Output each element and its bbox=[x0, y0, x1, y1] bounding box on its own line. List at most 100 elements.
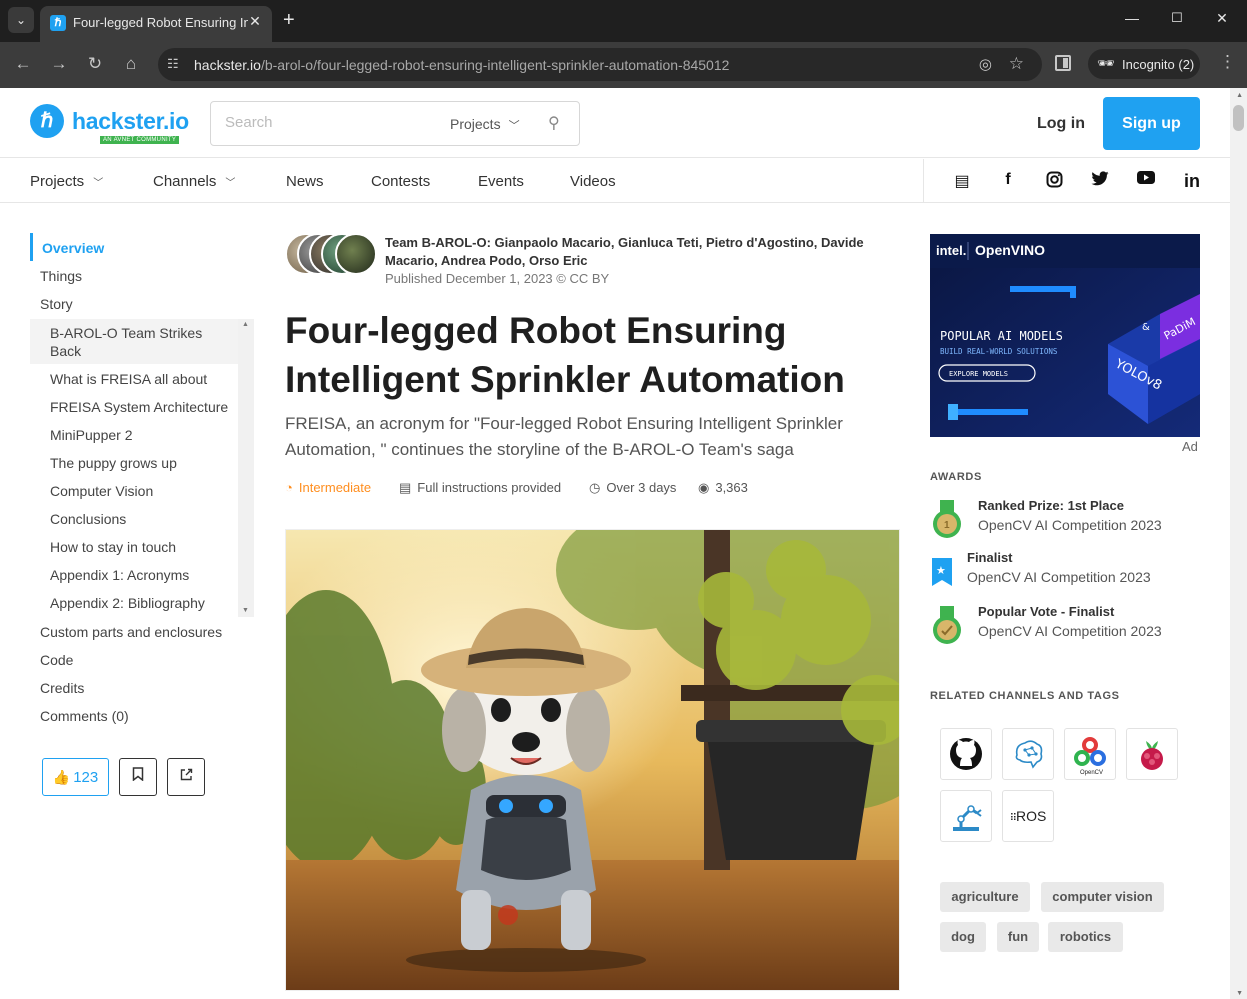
page-scrollbar[interactable]: ▲ ▼ bbox=[1230, 88, 1247, 999]
nav-events[interactable]: Events bbox=[478, 173, 524, 190]
tab-search-chevron-icon[interactable]: ⌄ bbox=[8, 7, 34, 33]
clock-icon: ◷ bbox=[589, 480, 601, 495]
hero-image[interactable] bbox=[285, 529, 900, 991]
bookmark-star-icon[interactable]: ☆ bbox=[1009, 54, 1024, 74]
scroll-up-arrow-icon[interactable]: ▲ bbox=[1236, 92, 1243, 99]
share-button[interactable] bbox=[167, 758, 205, 796]
toc-comments[interactable]: Comments (0) bbox=[40, 708, 129, 724]
maximize-icon[interactable]: ☐ bbox=[1167, 10, 1187, 26]
tag-computer-vision[interactable]: computer vision bbox=[1041, 882, 1164, 912]
toc-scroll-down-icon[interactable]: ▼ bbox=[242, 607, 249, 614]
toc-scrollbar[interactable] bbox=[238, 319, 254, 617]
toc-sub-puppy-grows[interactable]: The puppy grows up bbox=[50, 455, 177, 471]
search-scope-dropdown[interactable]: Projects ﹀ bbox=[450, 116, 520, 133]
author-avatars[interactable] bbox=[285, 233, 377, 275]
signup-button[interactable]: Sign up bbox=[1103, 97, 1200, 150]
tag-dog[interactable]: dog bbox=[940, 922, 986, 952]
toc-custom-parts[interactable]: Custom parts and enclosures bbox=[40, 624, 222, 640]
respect-button[interactable]: 👍 123 bbox=[42, 758, 109, 796]
window-close-icon[interactable]: ✕ bbox=[1212, 10, 1232, 27]
toc-sub-minipupper[interactable]: MiniPupper 2 bbox=[50, 427, 133, 443]
nav-news[interactable]: News bbox=[286, 173, 324, 190]
tag-agriculture[interactable]: agriculture bbox=[940, 882, 1030, 912]
instagram-icon[interactable] bbox=[1044, 171, 1064, 193]
author-list[interactable]: Team B-AROL-O: Gianpaolo Macario, Gianlu… bbox=[385, 234, 885, 270]
channel-opencv[interactable]: OpenCV bbox=[1064, 728, 1116, 780]
toc-sub-stay-in-touch[interactable]: How to stay in touch bbox=[50, 539, 176, 555]
toc-sub-team-strikes[interactable]: B-AROL-O Team Strikes bbox=[50, 325, 202, 341]
channel-ros[interactable]: ⠿ROS bbox=[1002, 790, 1054, 842]
side-panel-icon[interactable] bbox=[1055, 55, 1071, 71]
login-link[interactable]: Log in bbox=[1037, 115, 1085, 133]
linkedin-icon[interactable]: in bbox=[1182, 171, 1202, 192]
new-tab-button[interactable]: + bbox=[283, 9, 295, 31]
rss-icon[interactable]: ▤ bbox=[952, 171, 972, 191]
tab-close-icon[interactable]: ✕ bbox=[246, 13, 264, 30]
toc-sub-computer-vision[interactable]: Computer Vision bbox=[50, 483, 153, 499]
toc-code[interactable]: Code bbox=[40, 652, 73, 668]
github-icon bbox=[950, 738, 982, 770]
toc-sub-appendix-2[interactable]: Appendix 2: Bibliography bbox=[50, 595, 205, 611]
minimize-icon[interactable]: — bbox=[1122, 10, 1142, 26]
chevron-down-icon: ﹀ bbox=[225, 178, 236, 189]
nav-videos[interactable]: Videos bbox=[570, 173, 616, 190]
article-subtitle: FREISA, an acronym for "Four-legged Robo… bbox=[285, 414, 843, 459]
home-icon[interactable]: ⌂ bbox=[120, 54, 142, 74]
incognito-button[interactable]: 🕶 Incognito (2) bbox=[1088, 49, 1200, 79]
browser-tab[interactable]: ℏ Four-legged Robot Ensuring Intelligent… bbox=[40, 6, 272, 42]
tag-fun[interactable]: fun bbox=[997, 922, 1039, 952]
channel-robotics[interactable] bbox=[940, 790, 992, 842]
browser-menu-icon[interactable]: ⋮ bbox=[1219, 52, 1236, 72]
published-date: Published December 1, 2023 © CC BY bbox=[385, 271, 610, 286]
document-icon: ▤ bbox=[399, 480, 412, 495]
toc-sub-appendix-1[interactable]: Appendix 1: Acronyms bbox=[50, 567, 189, 583]
nav-projects[interactable]: Projects ﹀ bbox=[30, 173, 103, 190]
browser-tab-strip: ⌄ ℏ Four-legged Robot Ensuring Intellige… bbox=[0, 0, 1247, 42]
toc-sub-architecture[interactable]: FREISA System Architecture bbox=[50, 399, 228, 415]
reload-icon[interactable]: ↻ bbox=[84, 54, 106, 74]
scroll-down-arrow-icon[interactable]: ▼ bbox=[1236, 990, 1243, 997]
address-bar[interactable]: ☷ hackster.io/b-arol-o/four-legged-robot… bbox=[158, 48, 1042, 81]
site-logo[interactable]: hackster.io bbox=[72, 108, 189, 135]
youtube-icon[interactable] bbox=[1136, 171, 1156, 189]
channel-neural-network[interactable] bbox=[1002, 728, 1054, 780]
duration-badge: ◷ Over 3 days bbox=[589, 480, 677, 495]
hackster-logo-icon[interactable]: ℏ bbox=[30, 104, 64, 138]
nav-channels[interactable]: Channels ﹀ bbox=[153, 173, 235, 190]
tag-robotics[interactable]: robotics bbox=[1048, 922, 1123, 952]
toc-sub-team-strikes-2[interactable]: Back bbox=[50, 343, 81, 359]
avatar[interactable] bbox=[335, 233, 377, 275]
channel-github[interactable] bbox=[940, 728, 992, 780]
tracking-protection-icon[interactable]: ◎ bbox=[979, 55, 992, 73]
raspberry-pi-icon bbox=[1141, 741, 1163, 770]
facebook-icon[interactable]: f bbox=[998, 171, 1018, 189]
eye-icon: ◉ bbox=[698, 480, 710, 495]
search-icon[interactable]: ⚲ bbox=[548, 113, 560, 133]
toc-sub-conclusions[interactable]: Conclusions bbox=[50, 511, 126, 527]
ad-tagline: BUILD REAL-WORLD SOLUTIONS bbox=[940, 347, 1058, 356]
search-box: Projects﹀ ⚲ bbox=[210, 101, 580, 146]
bookmark-button[interactable] bbox=[119, 758, 157, 796]
toc-sub-what-is-freisa[interactable]: What is FREISA all about bbox=[50, 371, 207, 387]
site-info-icon[interactable]: ☷ bbox=[167, 56, 179, 72]
url-text[interactable]: hackster.io/b-arol-o/four-legged-robot-e… bbox=[194, 57, 729, 73]
share-icon bbox=[180, 768, 192, 781]
page-scrollbar-thumb[interactable] bbox=[1233, 105, 1244, 131]
search-input[interactable] bbox=[225, 114, 425, 131]
nav-contests[interactable]: Contests bbox=[371, 173, 430, 190]
neural-brain-icon bbox=[1015, 740, 1043, 769]
back-icon[interactable]: ← bbox=[12, 54, 34, 74]
toc-things[interactable]: Things bbox=[40, 268, 82, 284]
toc-overview[interactable]: Overview bbox=[42, 240, 104, 256]
tab-title: Four-legged Robot Ensuring Intelligent S… bbox=[73, 15, 248, 30]
page-viewport: ▲ ▼ ℏ hackster.io AN AVNET COMMUNITY Pro… bbox=[0, 88, 1247, 999]
twitter-icon[interactable] bbox=[1090, 171, 1110, 191]
opencv-icon: OpenCV bbox=[1074, 737, 1106, 776]
channel-raspberry-pi[interactable] bbox=[1126, 728, 1178, 780]
forward-icon[interactable]: → bbox=[48, 54, 70, 74]
logo-tagline: AN AVNET COMMUNITY bbox=[100, 136, 180, 144]
toc-scroll-up-icon[interactable]: ▲ bbox=[242, 321, 249, 328]
toc-credits[interactable]: Credits bbox=[40, 680, 84, 696]
openvino-ad[interactable]: intel. OpenVINO POPULAR AI MODELS BUILD … bbox=[930, 234, 1200, 437]
toc-story[interactable]: Story bbox=[40, 296, 73, 312]
